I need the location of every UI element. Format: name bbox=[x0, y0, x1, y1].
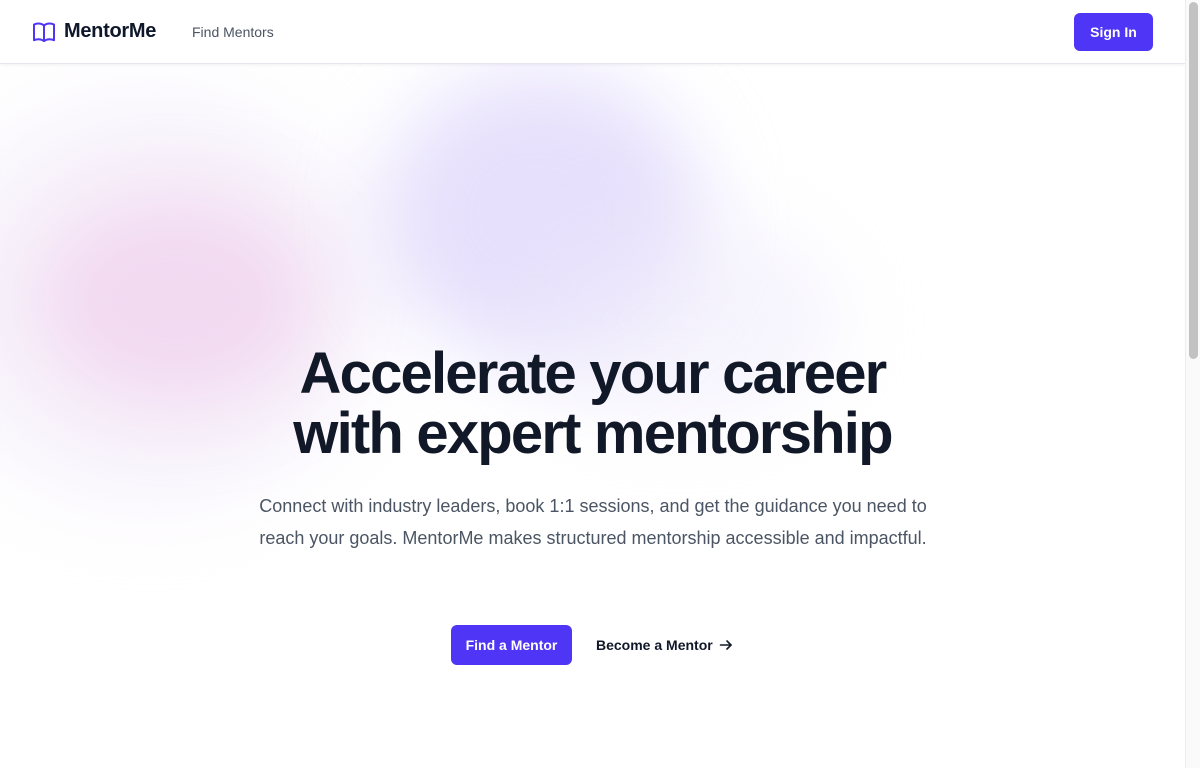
top-navbar: MentorMe Find Mentors Sign In bbox=[0, 0, 1185, 64]
nav-find-mentors-link[interactable]: Find Mentors bbox=[192, 24, 274, 40]
brand-logo-link[interactable]: MentorMe bbox=[32, 20, 156, 43]
find-a-mentor-button[interactable]: Find a Mentor bbox=[451, 625, 572, 665]
landing-page: MentorMe Find Mentors Sign In Accelerate… bbox=[0, 0, 1200, 768]
arrow-right-icon bbox=[719, 638, 733, 652]
become-a-mentor-link[interactable]: Become a Mentor bbox=[596, 637, 733, 653]
hero-title: Accelerate your career with expert mento… bbox=[0, 344, 1185, 464]
sign-in-button[interactable]: Sign In bbox=[1074, 13, 1153, 51]
hero-title-line-1: Accelerate your career bbox=[299, 341, 888, 406]
hero-subtitle: Connect with industry leaders, book 1:1 … bbox=[259, 496, 927, 548]
book-open-icon bbox=[32, 21, 56, 43]
scrollbar-thumb[interactable] bbox=[1189, 2, 1198, 359]
hero-cta-row: Find a Mentor Become a Mentor bbox=[451, 625, 733, 665]
become-a-mentor-label: Become a Mentor bbox=[596, 637, 713, 653]
brand-name: MentorMe bbox=[64, 20, 157, 42]
page-scrollbar[interactable] bbox=[1185, 0, 1200, 768]
hero-background-blob-lavender bbox=[380, 70, 700, 360]
hero-title-line-2: with expert mentorship bbox=[293, 401, 893, 466]
